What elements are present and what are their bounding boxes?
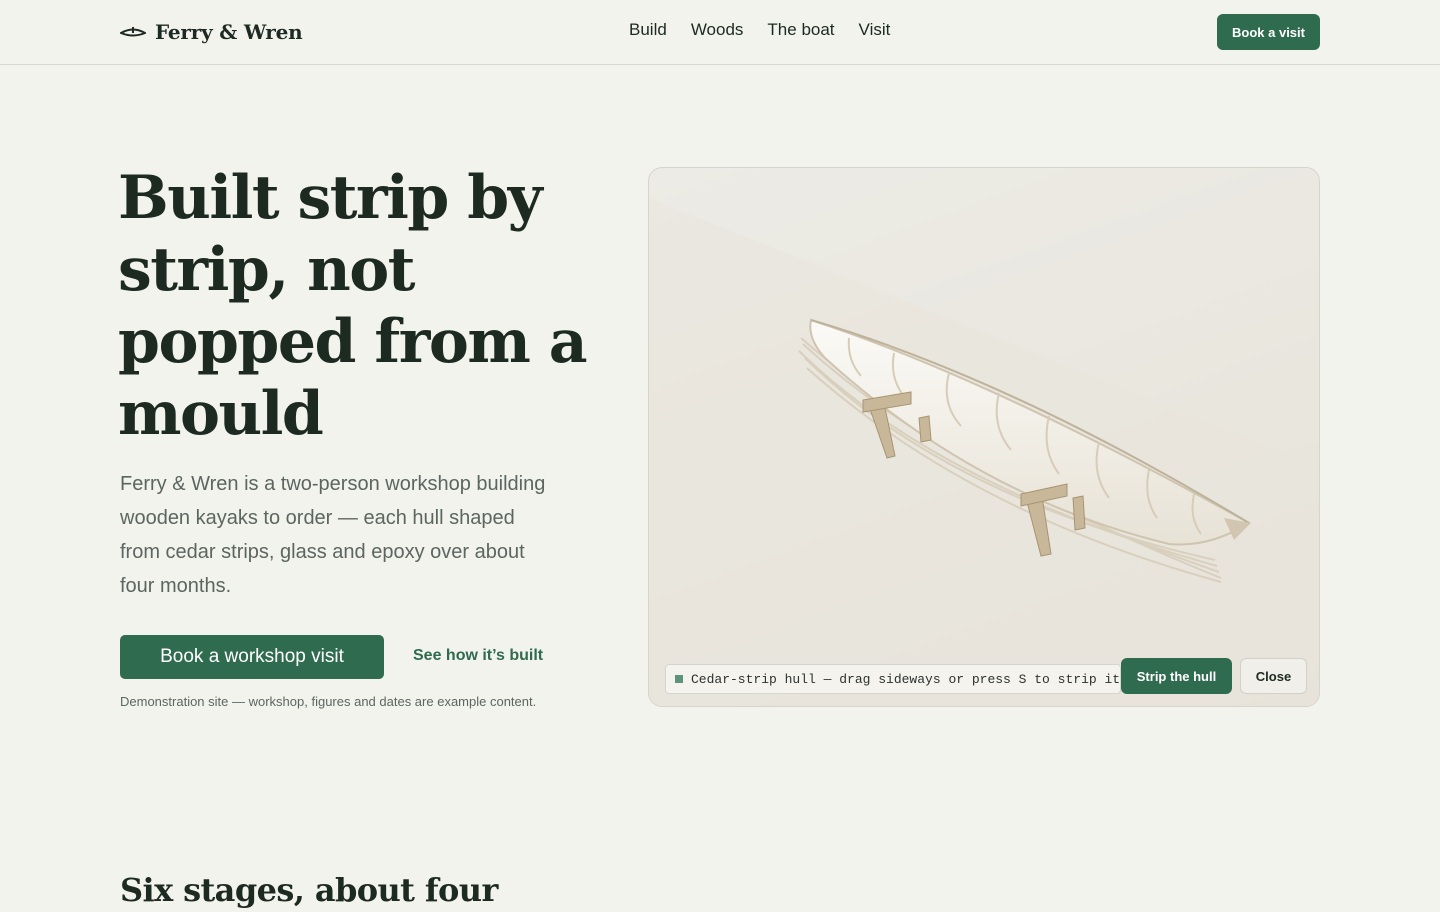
- book-workshop-visit-button[interactable]: Book a workshop visit: [120, 635, 384, 679]
- viewer-caption-text: Cedar-strip hull — drag sideways or pres…: [691, 671, 1121, 687]
- close-viewer-button[interactable]: Close: [1240, 658, 1307, 694]
- site-header: Ferry & Wren Build Woods The boat Visit …: [0, 0, 1440, 65]
- brand-logo[interactable]: Ferry & Wren: [120, 17, 303, 47]
- hero-lead: Ferry & Wren is a two-person workshop bu…: [120, 473, 546, 597]
- book-visit-button[interactable]: Book a visit: [1217, 14, 1320, 50]
- viewer-caption: Cedar-strip hull — drag sideways or pres…: [665, 664, 1121, 694]
- stages-heading: Six stages, about four: [120, 871, 498, 909]
- kayak-hull-render[interactable]: [649, 168, 1320, 707]
- kayak-icon: [120, 27, 146, 37]
- hull-3d-viewer[interactable]: Cedar-strip hull — drag sideways or pres…: [648, 167, 1320, 707]
- nav-woods[interactable]: Woods: [691, 18, 744, 42]
- nav-build[interactable]: Build: [629, 18, 667, 42]
- strip-hull-button[interactable]: Strip the hull: [1121, 658, 1232, 694]
- hero-title: Built strip by strip, not popped from a …: [118, 163, 588, 449]
- nav-the-boat[interactable]: The boat: [767, 18, 834, 42]
- see-how-built-link[interactable]: See how it’s built: [413, 644, 543, 668]
- brand-name: Ferry & Wren: [155, 20, 303, 44]
- main-nav: Build Woods The boat Visit: [629, 18, 890, 42]
- status-indicator-icon: [675, 675, 683, 683]
- demo-disclaimer: Demonstration site — workshop, figures a…: [120, 694, 537, 709]
- nav-visit[interactable]: Visit: [859, 18, 891, 42]
